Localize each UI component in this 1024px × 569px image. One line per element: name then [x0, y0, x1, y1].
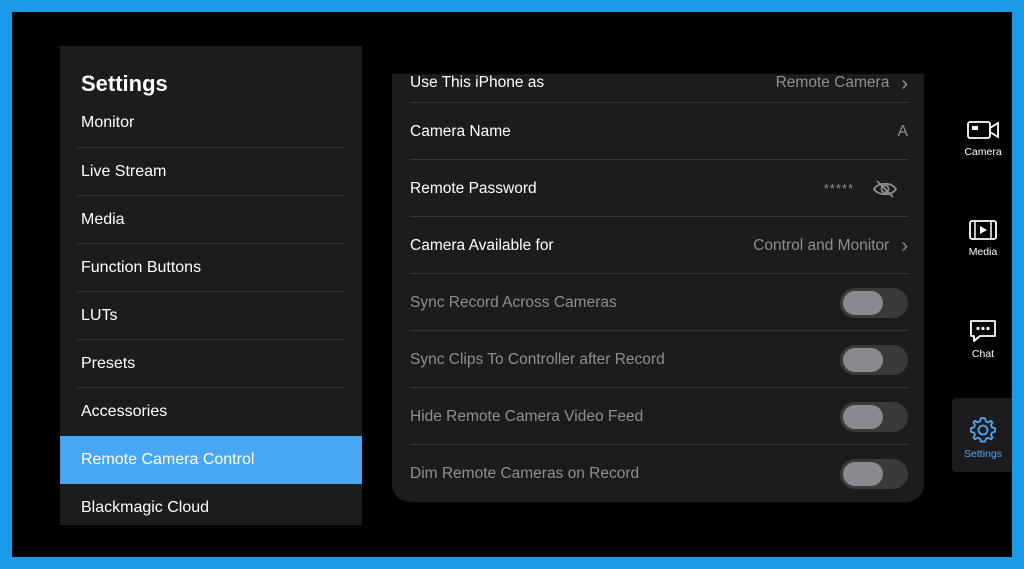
- row-value: Remote Camera: [775, 74, 890, 91]
- menu-item-label: Function Buttons: [81, 259, 202, 276]
- sync-clips-toggle[interactable]: [840, 344, 908, 375]
- row-label: Hide Remote Camera Video Feed: [410, 407, 644, 425]
- menu-item-label: Media: [81, 211, 125, 228]
- sync-clips-row: Sync Clips To Controller after Record: [392, 331, 924, 388]
- row-label: Camera Available for: [410, 236, 554, 254]
- toggle-knob: [843, 347, 883, 372]
- chat-bubble-icon: [970, 320, 996, 342]
- menu-item-label: Presets: [81, 355, 136, 372]
- nav-camera[interactable]: Camera: [952, 118, 1012, 158]
- settings-title: Settings: [81, 71, 168, 96]
- nav-chat[interactable]: Chat: [952, 318, 1012, 360]
- nav-label: Media: [968, 246, 998, 258]
- toggle-knob: [843, 290, 883, 315]
- remote-camera-settings-card: Use This iPhone as Remote Camera › Camer…: [392, 74, 924, 502]
- use-iphone-as-row[interactable]: Use This iPhone as Remote Camera ›: [392, 74, 924, 103]
- chevron-right-icon: ›: [901, 74, 908, 95]
- camera-name-row[interactable]: Camera Name A: [392, 103, 924, 160]
- row-label: Use This iPhone as: [410, 74, 545, 91]
- menu-item-label: Accessories: [81, 403, 168, 420]
- menu-item-accessories[interactable]: Accessories: [60, 388, 362, 436]
- dim-remote-row: Dim Remote Cameras on Record: [392, 445, 924, 502]
- eye-slash-icon[interactable]: [872, 179, 898, 199]
- nav-label: Chat: [971, 348, 995, 360]
- row-label: Camera Name: [410, 122, 511, 140]
- row-value: A: [897, 122, 908, 140]
- camera-available-for-row[interactable]: Camera Available for Control and Monitor…: [392, 217, 924, 274]
- nav-label: Settings: [964, 448, 1002, 460]
- film-icon: [969, 220, 997, 240]
- menu-item-monitor[interactable]: Monitor: [60, 110, 362, 148]
- sync-record-row: Sync Record Across Cameras: [392, 274, 924, 331]
- menu-item-luts[interactable]: LUTs: [60, 292, 362, 340]
- menu-item-label: Remote Camera Control: [81, 451, 255, 468]
- menu-item-label: Blackmagic Cloud: [81, 499, 210, 516]
- chevron-right-icon: ›: [901, 234, 908, 257]
- settings-menu: Monitor Live Stream Media Function Butto…: [60, 110, 362, 525]
- menu-item-label: LUTs: [81, 307, 118, 324]
- sync-record-toggle[interactable]: [840, 287, 908, 318]
- video-camera-icon: [967, 121, 999, 139]
- menu-item-live-stream[interactable]: Live Stream: [60, 148, 362, 196]
- menu-item-remote-camera-control[interactable]: Remote Camera Control: [60, 436, 362, 484]
- menu-item-label: Live Stream: [81, 163, 167, 180]
- remote-password-row[interactable]: Remote Password *****: [392, 160, 924, 217]
- toggle-knob: [843, 404, 883, 429]
- nav-label: Camera: [964, 146, 1002, 158]
- menu-item-function-buttons[interactable]: Function Buttons: [60, 244, 362, 292]
- row-label: Remote Password: [410, 179, 537, 197]
- settings-sidebar: Settings Monitor Live Stream Media Funct…: [60, 46, 362, 525]
- menu-item-blackmagic-cloud[interactable]: Blackmagic Cloud: [60, 484, 362, 525]
- menu-item-presets[interactable]: Presets: [60, 340, 362, 388]
- toggle-knob: [843, 461, 883, 486]
- hide-feed-row: Hide Remote Camera Video Feed: [392, 388, 924, 445]
- nav-settings[interactable]: Settings: [952, 398, 1012, 472]
- row-label: Sync Clips To Controller after Record: [410, 350, 665, 368]
- dim-remote-toggle[interactable]: [840, 458, 908, 489]
- menu-item-media[interactable]: Media: [60, 196, 362, 244]
- app-screen: Settings Monitor Live Stream Media Funct…: [12, 12, 1012, 557]
- menu-item-label: Monitor: [81, 114, 135, 131]
- gear-icon: [970, 417, 996, 443]
- nav-media[interactable]: Media: [952, 218, 1012, 258]
- row-label: Dim Remote Cameras on Record: [410, 464, 640, 482]
- hide-feed-toggle[interactable]: [840, 401, 908, 432]
- row-value: Control and Monitor: [753, 236, 890, 254]
- row-label: Sync Record Across Cameras: [410, 293, 617, 311]
- password-value: *****: [823, 181, 854, 196]
